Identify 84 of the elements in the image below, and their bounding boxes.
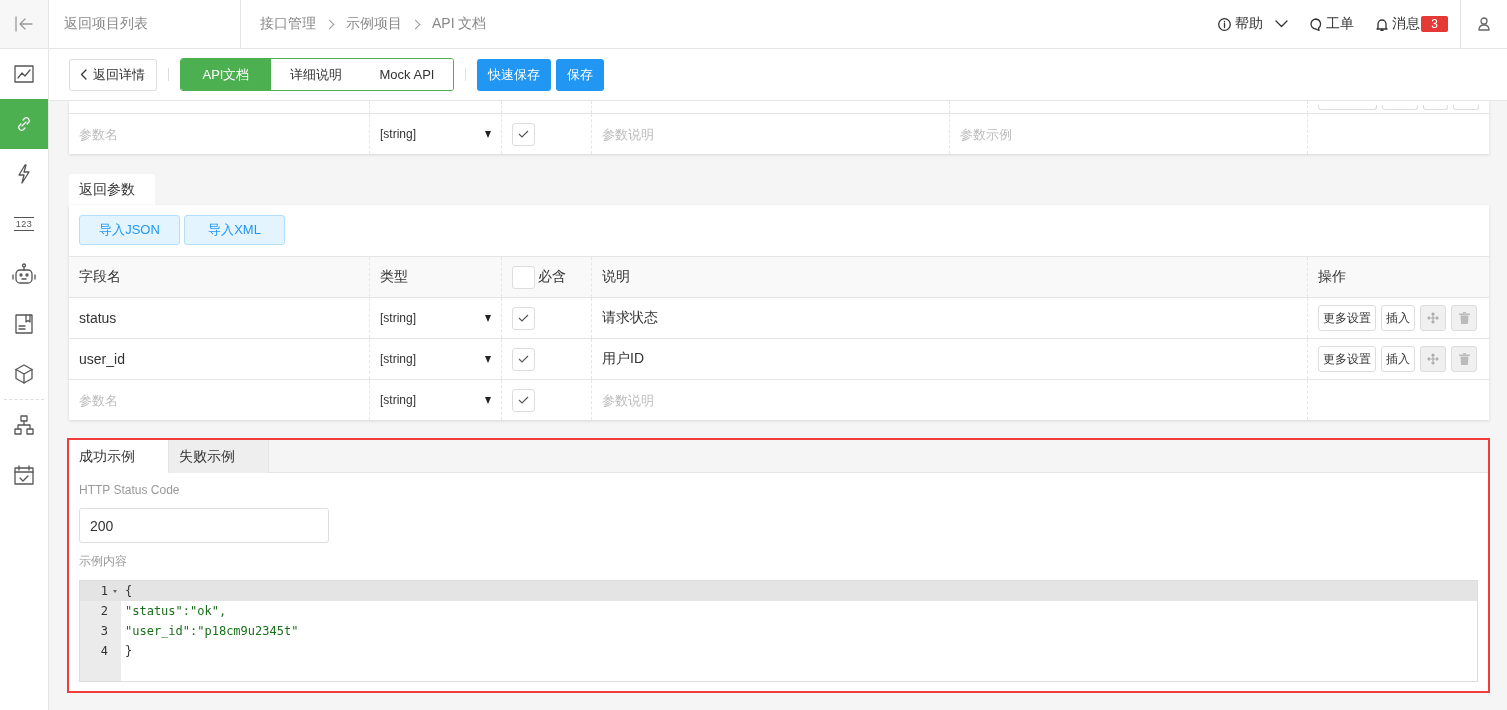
document-icon — [15, 314, 33, 334]
unread-count-badge: 3 — [1421, 16, 1448, 32]
cube-icon — [14, 364, 34, 384]
chart-icon — [14, 65, 34, 83]
param-description-field[interactable]: 参数说明 — [602, 126, 939, 142]
table-cell: status — [79, 310, 117, 326]
table-cell: user_id — [79, 351, 125, 367]
column-header: 字段名 — [79, 268, 121, 286]
code-line: "status":"ok", — [124, 604, 227, 618]
code-editor[interactable]: 1 { 2 "status":"ok", 3 "user_id":"p18cm9u2345t" 4 } — [79, 580, 1478, 682]
more-settings-button[interactable]: 更多设置 — [1318, 305, 1376, 331]
messages-link[interactable]: 消息 — [1376, 15, 1421, 33]
example-tab[interactable]: 失败示例 — [169, 440, 269, 473]
code-line: { — [124, 584, 133, 598]
calendar-icon — [14, 465, 34, 485]
delete-button[interactable] — [1451, 305, 1477, 331]
breadcrumb-link[interactable]: 示例项目 — [346, 15, 402, 33]
chat-bubble-icon — [1310, 17, 1323, 31]
sidebar-item[interactable] — [0, 99, 48, 149]
response-params-tab[interactable]: 返回参数 — [69, 174, 155, 205]
user-icon[interactable] — [1478, 17, 1490, 31]
back-to-project-list-link[interactable]: 返回项目列表 — [49, 0, 241, 48]
status-code-field[interactable]: 200 — [79, 508, 329, 543]
robot-icon — [12, 263, 36, 285]
column-header: 操作 — [1318, 268, 1346, 286]
column-header: 必含 — [538, 268, 566, 286]
lightning-icon — [17, 164, 31, 184]
chevron-down-icon — [1275, 20, 1289, 28]
checkbox[interactable] — [512, 265, 535, 289]
field-description-field[interactable]: 参数说明 — [602, 392, 1297, 408]
chevron-left-icon — [80, 69, 87, 80]
line-number: 4 — [99, 644, 108, 658]
move-button[interactable] — [1420, 305, 1446, 331]
sidebar-item[interactable]: 123 — [0, 199, 48, 249]
breadcrumb-link[interactable]: 接口管理 — [260, 15, 316, 33]
checkbox[interactable] — [512, 388, 535, 412]
caret-icon — [485, 314, 491, 322]
table-cell: 请求状态 — [602, 309, 658, 327]
delete-button[interactable] — [1451, 346, 1477, 372]
type-select[interactable]: [string] — [380, 393, 491, 407]
column-header: 类型 — [380, 268, 408, 286]
line-number: 1 — [99, 584, 108, 598]
column-header: 说明 — [602, 268, 630, 286]
checkbox[interactable] — [512, 306, 535, 330]
check-icon — [518, 396, 529, 404]
insert-button[interactable]: 插入 — [1381, 346, 1415, 372]
ticket-link[interactable]: 工单 — [1310, 15, 1355, 33]
breadcrumb-link[interactable]: API 文档 — [432, 15, 487, 33]
type-select[interactable]: [string] — [380, 352, 491, 366]
caret-icon — [485, 355, 491, 363]
param-example-field[interactable]: 参数示例 — [960, 126, 1297, 142]
hierarchy-icon — [14, 415, 34, 435]
param-name-field[interactable]: 参数名 — [79, 126, 359, 142]
trash-icon — [1458, 312, 1470, 324]
check-icon — [518, 355, 529, 363]
code-line: "user_id":"p18cm9u2345t" — [124, 624, 299, 638]
line-number: 2 — [99, 604, 108, 618]
type-select[interactable]: [string] — [380, 311, 491, 325]
move-icon — [1427, 353, 1439, 365]
code-line: } — [124, 644, 133, 658]
caret-icon — [485, 396, 491, 404]
table-cell: 用户ID — [602, 350, 644, 368]
more-settings-button[interactable]: 更多设置 — [1318, 346, 1376, 372]
move-icon — [1427, 312, 1439, 324]
checkbox[interactable] — [512, 122, 535, 146]
move-button[interactable] — [1420, 346, 1446, 372]
field-label: 示例内容 — [79, 553, 128, 570]
trash-icon — [1458, 353, 1470, 365]
check-icon — [518, 314, 529, 322]
help-menu[interactable]: 帮助 — [1218, 15, 1289, 33]
fold-arrow-icon[interactable] — [112, 589, 117, 593]
checkbox[interactable] — [512, 347, 535, 371]
type-select[interactable]: [string] — [380, 127, 491, 141]
back-to-details-button[interactable]: 返回详情 — [69, 58, 157, 91]
collapse-icon[interactable] — [15, 16, 33, 32]
insert-button[interactable]: 插入 — [1381, 305, 1415, 331]
field-label: HTTP Status Code — [79, 483, 181, 499]
example-tab[interactable]: 成功示例 — [69, 440, 169, 473]
bell-icon — [1376, 17, 1389, 31]
caret-icon — [485, 130, 491, 138]
info-icon — [1218, 17, 1232, 31]
line-number: 3 — [99, 624, 108, 638]
field-name-field[interactable]: 参数名 — [79, 392, 359, 408]
check-icon — [518, 130, 529, 138]
